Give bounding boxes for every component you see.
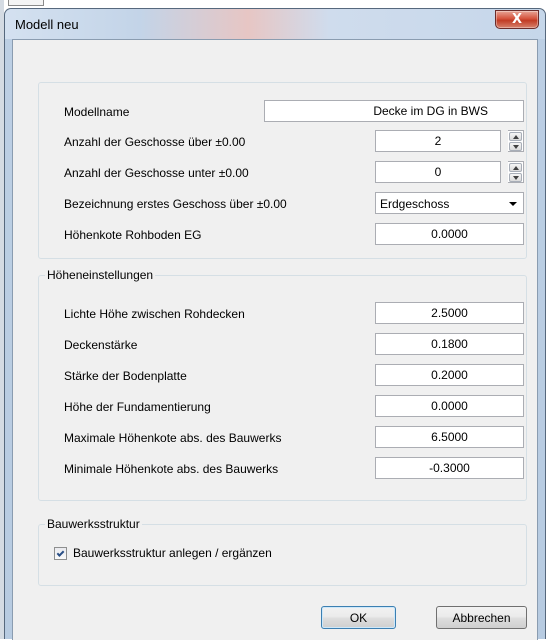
dialog-client-area: Modellname Decke im DG in BWS Anzahl der… [12,39,538,640]
hoehen-row-label: Maximale Höhenkote abs. des Bauwerks [64,431,282,445]
arrow-down-icon [512,144,519,149]
spin-up-button[interactable] [509,132,522,141]
spin-up-button[interactable] [509,163,522,172]
geschosse-ueber-input[interactable]: 2 [375,130,501,152]
dialog-window: Modell neu X Modellname Decke im DG in B… [4,8,546,640]
erstes-geschoss-label: Bezeichnung erstes Geschoss über ±0.00 [64,197,287,211]
erstes-geschoss-value: Erdgeschoss [380,197,450,211]
chevron-down-icon[interactable] [509,202,517,206]
geschosse-ueber-stepper[interactable]: 2 [375,130,524,152]
geschosse-ueber-label: Anzahl der Geschosse über ±0.00 [64,135,246,149]
arrow-up-icon [512,134,519,139]
dialog-title: Modell neu [15,17,79,32]
geschosse-unter-stepper[interactable]: 0 [375,161,524,183]
hoehenkote-input[interactable]: 0.0000 [375,223,524,245]
checkmark-icon [56,548,65,557]
fundamentierung-input[interactable]: 0.0000 [375,395,524,417]
hoehen-row-label: Deckenstärke [64,338,138,352]
erstes-geschoss-select[interactable]: Erdgeschoss [375,192,524,214]
close-button[interactable]: X [495,10,539,29]
min-hoehenkote-input[interactable]: -0.3000 [375,457,524,479]
geschosse-ueber-spin [508,130,524,152]
deckenstaerke-input[interactable]: 0.1800 [375,333,524,355]
hoehen-row-label: Höhe der Fundamentierung [64,400,211,414]
bauwerksstruktur-label[interactable]: Bauwerksstruktur anlegen / ergänzen [73,546,272,560]
geschosse-unter-label: Anzahl der Geschosse unter ±0.00 [64,166,249,180]
modellname-input[interactable]: Decke im DG in BWS [264,100,524,122]
hoehen-row-label: Lichte Höhe zwischen Rohdecken [64,307,245,321]
general-group: Modellname Decke im DG in BWS Anzahl der… [38,82,527,259]
struktur-group-legend: Bauwerksstruktur [45,517,142,531]
hoehen-row-label: Minimale Höhenkote abs. des Bauwerks [64,462,279,476]
hoehen-group-legend: Höheneinstellungen [45,268,156,282]
arrow-down-icon [512,175,519,180]
geschosse-unter-spin [508,161,524,183]
hoehenkote-label: Höhenkote Rohboden EG [64,228,202,242]
close-icon: X [511,12,523,27]
lichte-hoehe-input[interactable]: 2.5000 [375,302,524,324]
arrow-up-icon [512,165,519,170]
hoehen-row-label: Stärke der Bodenplatte [64,369,187,383]
bodenplatte-input[interactable]: 0.2000 [375,364,524,386]
bauwerksstruktur-checkbox[interactable] [54,547,67,560]
spin-down-button[interactable] [509,173,522,182]
background-button-fragment [8,0,44,6]
geschosse-unter-input[interactable]: 0 [375,161,501,183]
spin-down-button[interactable] [509,142,522,151]
struktur-group: Bauwerksstruktur Bauwerksstruktur anlege… [38,517,527,586]
cancel-button[interactable]: Abbrechen [436,606,527,629]
ok-button[interactable]: OK [321,606,396,629]
hoehen-group: Höheneinstellungen Lichte Höhe zwischen … [38,268,527,501]
max-hoehenkote-input[interactable]: 6.5000 [375,426,524,448]
title-bar[interactable]: Modell neu X [5,9,545,39]
modellname-label: Modellname [64,105,130,119]
